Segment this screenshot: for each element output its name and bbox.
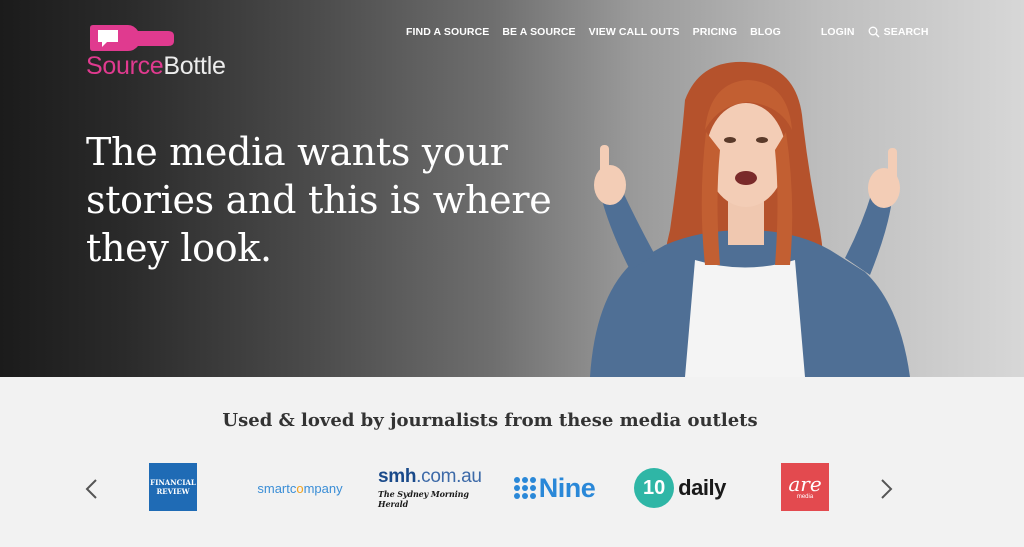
media-outlets-section: Used & loved by journalists from these m…: [0, 377, 1024, 547]
bottle-icon: [90, 25, 174, 51]
headline-line-3: they look.: [86, 226, 272, 270]
afr-line-1: FINANCIAL: [150, 478, 196, 487]
are-media-logo: are media: [781, 463, 829, 511]
are-sub-text: media: [796, 493, 814, 500]
search-label: SEARCH: [883, 26, 929, 38]
nine-dots-icon: [513, 477, 536, 499]
ten-badge: 10: [634, 468, 675, 508]
hero-banner: SourceBottle FIND A SOURCE BE A SOURCE V…: [0, 0, 1024, 377]
smh-logo: smh.com.au The Sydney Morning Herald: [378, 463, 482, 513]
smh-name: smh: [378, 466, 417, 487]
are-text: are: [788, 471, 822, 496]
afr-line-2: REVIEW: [156, 487, 190, 496]
nine-text: Nine: [538, 472, 596, 503]
smartcompany-o: o: [296, 480, 304, 496]
daily-text: daily: [678, 475, 726, 500]
smartcompany-a: smartc: [257, 480, 297, 496]
main-nav: FIND A SOURCE BE A SOURCE VIEW CALL OUTS…: [406, 25, 929, 39]
nav-find-source[interactable]: FIND A SOURCE: [406, 26, 489, 38]
smartcompany-b: mpany: [303, 480, 343, 496]
hero-headline: The media wants your stories and this is…: [86, 128, 566, 272]
nav-call-outs[interactable]: VIEW CALL OUTS: [589, 26, 680, 38]
sourcebottle-logo[interactable]: SourceBottle: [86, 24, 256, 80]
nav-be-source[interactable]: BE A SOURCE: [502, 26, 575, 38]
logo-wordmark: SourceBottle: [86, 52, 226, 81]
nine-logo: Nine: [506, 463, 602, 513]
nav-search[interactable]: SEARCH: [868, 26, 929, 38]
smartcompany-logo: smartc o mpany: [252, 463, 348, 513]
logo-bottle-text: Bottle: [163, 52, 226, 80]
outlets-title: Used & loved by journalists from these m…: [222, 410, 758, 431]
smh-domain: .com.au: [416, 466, 482, 487]
chevron-left-icon[interactable]: [82, 476, 102, 502]
search-icon: [868, 26, 880, 38]
headline-line-2: stories and this is where: [86, 178, 552, 222]
10daily-logo: 10 daily: [632, 463, 728, 513]
smh-subtitle: The Sydney Morning Herald: [378, 489, 469, 509]
chevron-right-icon[interactable]: [876, 476, 896, 502]
hero-person-image: [590, 61, 910, 377]
nav-pricing[interactable]: PRICING: [693, 26, 737, 38]
financial-review-logo: FINANCIAL REVIEW: [149, 463, 197, 511]
nav-blog[interactable]: BLOG: [750, 26, 781, 38]
headline-line-1: The media wants your: [86, 130, 508, 174]
nav-login[interactable]: LOGIN: [821, 26, 855, 38]
logo-source-text: Source: [86, 52, 164, 80]
